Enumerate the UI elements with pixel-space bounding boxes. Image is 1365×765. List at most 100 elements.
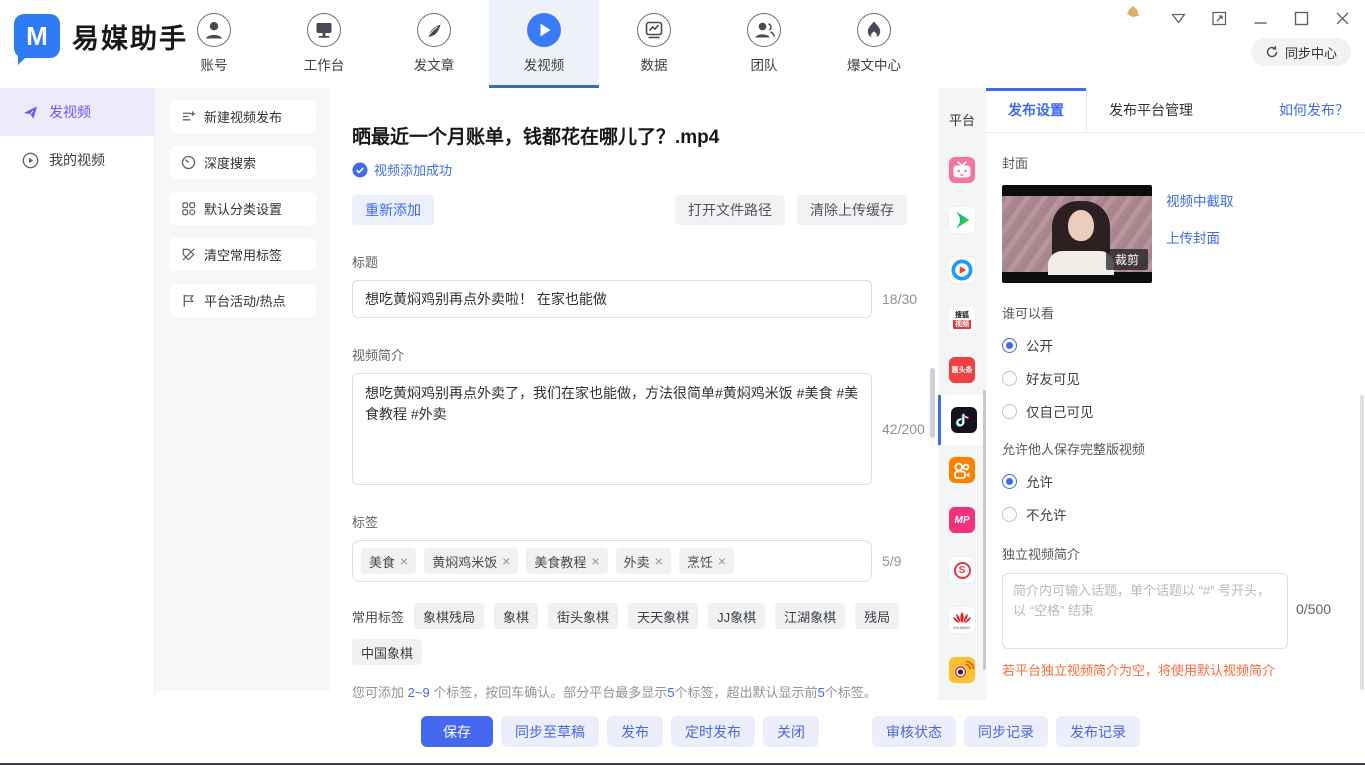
remove-tag-icon[interactable]: [502, 553, 510, 569]
platform-mp[interactable]: MP: [938, 495, 986, 545]
panel-scrollbar[interactable]: [1360, 395, 1364, 690]
sidebar-item-my-videos[interactable]: 我的视频: [0, 136, 154, 184]
radio-selected-icon[interactable]: [1002, 474, 1017, 489]
sidebar: 发视频 我的视频: [0, 88, 155, 700]
title-input[interactable]: [352, 280, 872, 318]
workbench-icon: [306, 12, 342, 48]
pen-icon: [416, 12, 452, 48]
radio-selected-icon[interactable]: [1002, 338, 1017, 353]
platform-sohu-hao[interactable]: S: [938, 545, 986, 595]
close-icon[interactable]: [1334, 10, 1351, 27]
cover-label: 封面: [1002, 153, 1349, 172]
tag-item: 烹饪: [679, 548, 734, 574]
toutiao-icon: 惠头条: [949, 357, 975, 383]
platform-toutiao[interactable]: 惠头条: [938, 345, 986, 395]
main-scrollbar[interactable]: [930, 368, 935, 438]
tab-publish-settings[interactable]: 发布设置: [986, 88, 1087, 132]
platform-douyin-selected[interactable]: [938, 395, 986, 445]
nav-item-publish-video[interactable]: 发视频: [489, 0, 599, 88]
nav-item-write-article[interactable]: 发文章: [379, 0, 489, 88]
sync-records-button[interactable]: 同步记录: [964, 716, 1048, 747]
description-textarea[interactable]: 想吃黄焖鸡别再点外卖了，我们在家也能做，方法很简单#黄焖鸡米饭 #美食 #美食教…: [352, 373, 872, 485]
cover-thumbnail[interactable]: 裁剪: [1002, 185, 1152, 283]
upload-cover-link[interactable]: 上传封面: [1166, 227, 1234, 247]
nav-item-account[interactable]: 账号: [159, 0, 269, 88]
publish-records-button[interactable]: 发布记录: [1056, 716, 1140, 747]
remove-tag-icon[interactable]: [655, 553, 663, 569]
visibility-option-public[interactable]: 公开: [1002, 335, 1349, 355]
kuaishou-icon: [949, 457, 975, 483]
close-button[interactable]: 关闭: [763, 716, 819, 747]
platform-activity-button[interactable]: 平台活动/热点: [169, 284, 316, 317]
nav-item-workbench[interactable]: 工作台: [269, 0, 379, 88]
how-to-publish-link[interactable]: 如何发布？: [1279, 88, 1365, 132]
default-category-settings-button[interactable]: 默认分类设置: [169, 192, 316, 225]
radio-icon[interactable]: [1002, 371, 1017, 386]
tag-item: 黄焖鸡米饭: [424, 548, 518, 574]
remove-tag-icon[interactable]: [591, 553, 599, 569]
save-button[interactable]: 保存: [421, 716, 493, 747]
status-text: 视频添加成功: [374, 160, 452, 179]
crop-button[interactable]: 裁剪: [1106, 249, 1148, 270]
sync-center-button[interactable]: 同步中心: [1251, 38, 1351, 66]
nav-item-data[interactable]: 数据: [599, 0, 709, 88]
clear-upload-cache-button[interactable]: 清除上传缓存: [797, 195, 907, 225]
tag-item: 美食教程: [526, 548, 607, 574]
tags-input-box[interactable]: 美食 黄焖鸡米饭 美食教程 外卖 烹饪: [352, 540, 872, 582]
nav-item-team[interactable]: 团队: [709, 0, 819, 88]
platform-weibo[interactable]: [938, 645, 986, 695]
common-tag-chip[interactable]: 象棋: [494, 603, 538, 629]
sidebar-item-publish-video[interactable]: 发视频: [0, 88, 154, 136]
save-option-allow[interactable]: 允许: [1002, 471, 1349, 491]
top-nav: 账号 工作台 发文章 发视频 数据 团队: [159, 0, 929, 88]
maximize-icon[interactable]: [1293, 10, 1310, 27]
common-tag-chip[interactable]: JJ象棋: [708, 603, 765, 629]
deep-search-button[interactable]: 深度搜索: [169, 146, 316, 179]
new-video-publish-button[interactable]: 新建视频发布: [169, 100, 316, 133]
save-option-deny[interactable]: 不允许: [1002, 504, 1349, 524]
hide-dropdown-icon[interactable]: [1170, 10, 1187, 27]
common-tag-chip[interactable]: 象棋残局: [414, 603, 484, 629]
clear-common-tags-button[interactable]: 清空常用标签: [169, 238, 316, 271]
sync-to-draft-button[interactable]: 同步至草稿: [501, 716, 599, 747]
video-filename: 晒最近一个月账单，钱都花在哪儿了？.mp4: [352, 122, 938, 149]
visibility-option-private[interactable]: 仅自己可见: [1002, 401, 1349, 421]
app-window: M 易媒助手 账号 工作台 发文章 发视频 数据: [0, 0, 1365, 765]
scheduled-publish-button[interactable]: 定时发布: [671, 716, 755, 747]
platform-tencent-video[interactable]: [938, 195, 986, 245]
weibo-icon: [949, 657, 975, 683]
tab-platform-management[interactable]: 发布平台管理: [1087, 88, 1215, 132]
feedback-icon[interactable]: [1211, 10, 1228, 27]
platform-haokan-video[interactable]: [938, 245, 986, 295]
desc-field-label: 视频简介: [352, 345, 938, 364]
remove-tag-icon[interactable]: [400, 553, 408, 569]
independent-desc-textarea[interactable]: [1002, 573, 1288, 649]
radio-icon[interactable]: [1002, 404, 1017, 419]
common-tag-chip[interactable]: 中国象棋: [352, 639, 422, 665]
publish-button[interactable]: 发布: [607, 716, 663, 747]
readd-video-button[interactable]: 重新添加: [352, 195, 434, 225]
platform-kuaishou[interactable]: [938, 445, 986, 495]
visibility-option-friends[interactable]: 好友可见: [1002, 368, 1349, 388]
title-counter: 18/30: [882, 291, 917, 307]
platform-bilibili[interactable]: [938, 145, 986, 195]
common-tag-chip[interactable]: 天天象棋: [628, 603, 698, 629]
platform-huawei[interactable]: HUAWEI: [938, 595, 986, 645]
platform-sohu-video[interactable]: 搜狐 视频: [938, 295, 986, 345]
settings-tabs: 发布设置 发布平台管理 如何发布？: [986, 88, 1365, 133]
review-status-button[interactable]: 审核状态: [872, 716, 956, 747]
nav-item-hot-center[interactable]: 爆文中心: [819, 0, 929, 88]
remove-tag-icon[interactable]: [718, 553, 726, 569]
title-field-label: 标题: [352, 252, 938, 271]
common-tag-chip[interactable]: 残局: [855, 603, 899, 629]
common-tag-chip[interactable]: 江湖象棋: [775, 603, 845, 629]
refresh-icon: [1265, 45, 1279, 59]
radio-icon[interactable]: [1002, 507, 1017, 522]
haokan-video-icon: [949, 257, 975, 283]
open-file-path-button[interactable]: 打开文件路径: [675, 195, 785, 225]
platform-rail-label: 平台: [938, 110, 986, 129]
common-tag-chip[interactable]: 街头象棋: [548, 603, 618, 629]
minimize-icon[interactable]: [1252, 10, 1269, 27]
play-circle-icon: [22, 152, 39, 169]
capture-from-video-link[interactable]: 视频中截取: [1166, 190, 1234, 210]
